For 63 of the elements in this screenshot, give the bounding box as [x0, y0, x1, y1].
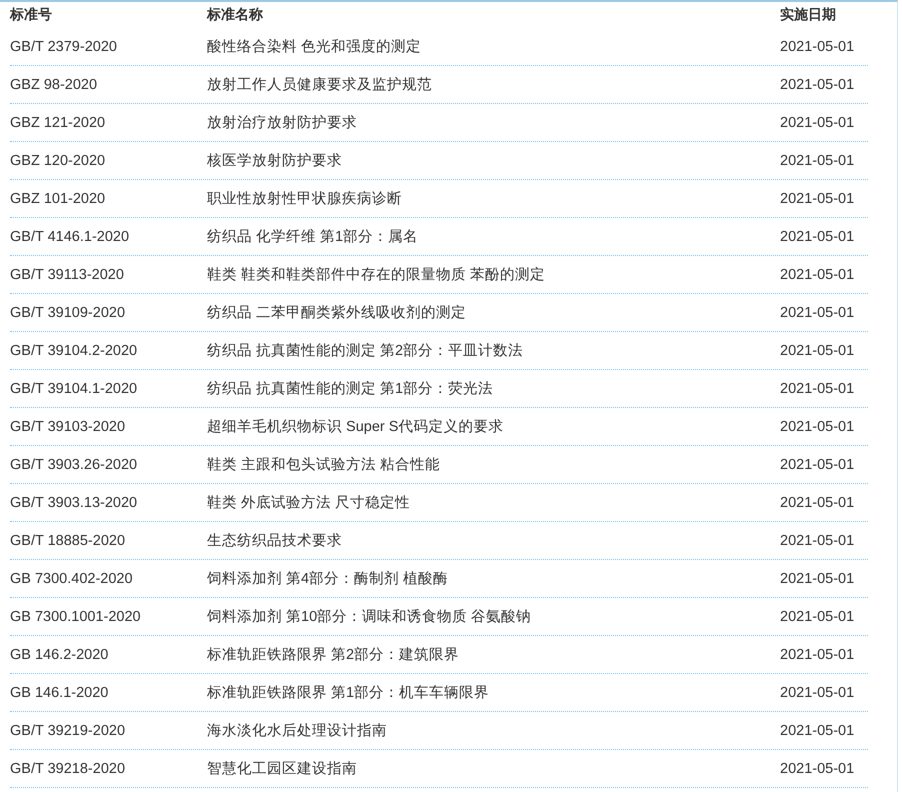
table-cell-text: GB/T 39113-2020 — [10, 266, 125, 282]
table-cell-text: 酸性络合染料 色光和强度的测定 — [207, 38, 422, 56]
table-cell-text: GB 146.2-2020 — [10, 646, 110, 662]
column-header: 实施日期 — [780, 6, 837, 24]
table-cell-text: GB/T 39104.1-2020 — [10, 380, 138, 396]
table-cell-text: 核医学放射防护要求 — [207, 152, 343, 170]
table-cell-text: 2021-05-01 — [780, 494, 856, 510]
table-cell-text: 鞋类 主跟和包头试验方法 粘合性能 — [207, 456, 442, 474]
table-cell-text: 2021-05-01 — [780, 228, 856, 244]
table-cell-text: 纺织品 抗真菌性能的测定 第2部分：平皿计数法 — [207, 342, 524, 360]
table-cell-text: 鞋类 外底试验方法 尺寸稳定性 — [207, 494, 412, 512]
table-cell-text: GBZ 98-2020 — [10, 76, 98, 92]
table-cell-text: GB 7300.1001-2020 — [10, 608, 142, 624]
table-cell-text: 2021-05-01 — [780, 380, 856, 396]
table-cell-text: 2021-05-01 — [780, 418, 856, 434]
table-cell-text: 2021-05-01 — [780, 114, 856, 130]
table-cell-text: 超细羊毛机织物标识 Super S代码定义的要求 — [207, 418, 504, 436]
table-cell-text: GB/T 39219-2020 — [10, 722, 126, 738]
table-cell-text: GB 7300.402-2020 — [10, 570, 134, 586]
table-cell-text: GB/T 2379-2020 — [10, 38, 118, 54]
table-cell-text: 生态纺织品技术要求 — [207, 532, 343, 550]
table-cell-text: 2021-05-01 — [780, 646, 856, 662]
table-cell-text: 2021-05-01 — [780, 304, 856, 320]
table-cell-text: GBZ 101-2020 — [10, 190, 106, 206]
table-cell-text: 2021-05-01 — [780, 152, 856, 168]
table-cell-text: GB/T 3903.13-2020 — [10, 494, 138, 510]
table-cell-text: 2021-05-01 — [780, 38, 856, 54]
table-cell-text: 纺织品 抗真菌性能的测定 第1部分：荧光法 — [207, 380, 494, 398]
table-cell-text: 2021-05-01 — [780, 570, 856, 586]
table-cell-text: 纺织品 化学纤维 第1部分：属名 — [207, 228, 420, 246]
table-cell-text: 2021-05-01 — [780, 266, 856, 282]
table-cell-text: 饲料添加剂 第4部分：酶制剂 植酸酶 — [207, 570, 450, 588]
table-cell-text: 放射工作人员健康要求及监护规范 — [207, 76, 433, 94]
table-cell-text: 鞋类 鞋类和鞋类部件中存在的限量物质 苯酚的测定 — [207, 266, 546, 284]
table-cell-text: GB/T 4146.1-2020 — [10, 228, 130, 244]
table-cell-text: 2021-05-01 — [780, 722, 856, 738]
table-cell-text: 智慧化工园区建设指南 — [207, 760, 358, 778]
table-cell-text: GB/T 39104.2-2020 — [10, 342, 138, 358]
table-cell-text: 标准轨距铁路限界 第2部分：建筑限界 — [207, 646, 460, 664]
table-cell-text: 放射治疗放射防护要求 — [207, 114, 358, 132]
table-cell-text: GBZ 120-2020 — [10, 152, 106, 168]
table-cell-text: GB/T 18885-2020 — [10, 532, 126, 548]
table-cell-text: 饲料添加剂 第10部分：调味和诱食物质 谷氨酸钠 — [207, 608, 532, 626]
table-cell-text: 2021-05-01 — [780, 760, 856, 776]
table-cell-text: 2021-05-01 — [780, 456, 856, 472]
column-header: 标准号 — [10, 6, 53, 24]
table-cell-text: 纺织品 二苯甲酮类紫外线吸收剂的测定 — [207, 304, 468, 322]
table-cell-text: 2021-05-01 — [780, 190, 856, 206]
table-cell-text: GB/T 39218-2020 — [10, 760, 126, 776]
table-cell-text: GBZ 121-2020 — [10, 114, 106, 130]
table-cell-text: 2021-05-01 — [780, 342, 856, 358]
table-cell-text: 2021-05-01 — [780, 684, 856, 700]
table-cell-text: 职业性放射性甲状腺疾病诊断 — [207, 190, 403, 208]
table-cell-text: GB/T 39109-2020 — [10, 304, 126, 320]
table-cell-text: GB/T 3903.26-2020 — [10, 456, 138, 472]
table-cell-text: 海水淡化水后处理设计指南 — [207, 722, 388, 740]
column-header: 标准名称 — [207, 6, 264, 24]
table-cell-text: 2021-05-01 — [780, 608, 856, 624]
table-cell-text: 2021-05-01 — [780, 76, 856, 92]
table-cell-text: GB 146.1-2020 — [10, 684, 110, 700]
table-cell-text: GB/T 39103-2020 — [10, 418, 126, 434]
table-cell-text: 标准轨距铁路限界 第1部分：机车车辆限界 — [207, 684, 490, 702]
table-cell-text: 2021-05-01 — [780, 532, 856, 548]
